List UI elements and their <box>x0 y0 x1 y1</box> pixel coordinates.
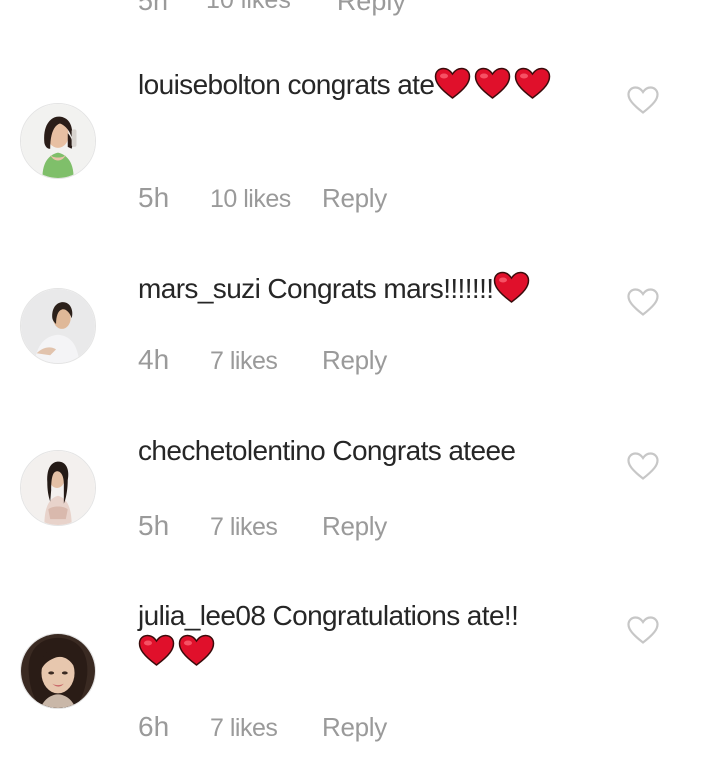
comment-meta: 5h 7 likes Reply <box>138 510 387 542</box>
comment-time: 5h <box>138 0 169 16</box>
comment-likes[interactable]: 7 likes <box>210 347 322 376</box>
like-heart-icon[interactable] <box>626 85 660 115</box>
heart-emoji-group <box>493 271 533 313</box>
avatar-photo <box>21 289 95 363</box>
red-heart-emoji-icon <box>138 634 175 666</box>
reply-link[interactable]: Reply <box>322 183 387 214</box>
comment-text: Congrats ateee <box>332 435 516 466</box>
heart-emoji-group <box>434 67 554 109</box>
red-heart-emoji-icon <box>178 634 215 666</box>
comment-text: Congrats mars!!!!!!! <box>267 273 494 304</box>
comment-body: louisebolton congrats ate <box>138 67 598 109</box>
comment-likes[interactable]: 7 likes <box>210 513 322 542</box>
comment-meta: 4h 7 likes Reply <box>138 344 387 376</box>
comment-likes[interactable]: 10 likes <box>206 0 291 17</box>
like-heart-icon[interactable] <box>626 287 660 317</box>
comment-time: 6h <box>138 711 170 742</box>
comment-text: congrats ate <box>287 69 435 100</box>
avatar[interactable] <box>20 633 96 709</box>
like-heart-icon[interactable] <box>626 615 660 645</box>
comment-username[interactable]: louisebolton <box>138 69 281 100</box>
comment-username[interactable]: chechetolentino <box>138 435 326 466</box>
red-heart-emoji-icon <box>515 67 551 99</box>
reply-link[interactable]: Reply <box>322 345 387 376</box>
red-heart-emoji-icon <box>494 271 530 303</box>
comment-body: julia_lee08 Congratulations ate!! <box>138 598 598 676</box>
avatar[interactable] <box>20 103 96 179</box>
avatar[interactable] <box>20 450 96 526</box>
red-heart-emoji-icon <box>475 67 511 99</box>
comment-body: chechetolentino Congrats ateee <box>138 433 598 469</box>
comment-likes[interactable]: 7 likes <box>210 714 322 743</box>
comment-username[interactable]: mars_suzi <box>138 273 261 304</box>
avatar-photo <box>21 104 95 178</box>
heart-emoji-group <box>138 634 218 676</box>
red-heart-emoji-icon <box>435 67 471 99</box>
like-heart-icon[interactable] <box>626 451 660 481</box>
comment-text: Congratulations ate!! <box>272 600 519 631</box>
comment-meta: 6h 7 likes Reply <box>138 711 387 743</box>
reply-link[interactable]: Reply <box>322 712 387 743</box>
previous-comment-meta: 5h 10 likes Reply <box>138 0 406 17</box>
avatar-photo <box>21 634 95 708</box>
comment-time: 5h <box>138 182 170 213</box>
comment-likes[interactable]: 10 likes <box>210 185 322 214</box>
reply-link[interactable]: Reply <box>322 511 387 542</box>
avatar-photo <box>21 451 95 525</box>
comment-username[interactable]: julia_lee08 <box>138 600 266 631</box>
comment-time: 4h <box>138 344 170 375</box>
avatar[interactable] <box>20 288 96 364</box>
comment-time: 5h <box>138 510 170 541</box>
comment-meta: 5h 10 likes Reply <box>138 182 387 214</box>
reply-link[interactable]: Reply <box>337 0 406 17</box>
comment-body: mars_suzi Congrats mars!!!!!!! <box>138 271 598 313</box>
